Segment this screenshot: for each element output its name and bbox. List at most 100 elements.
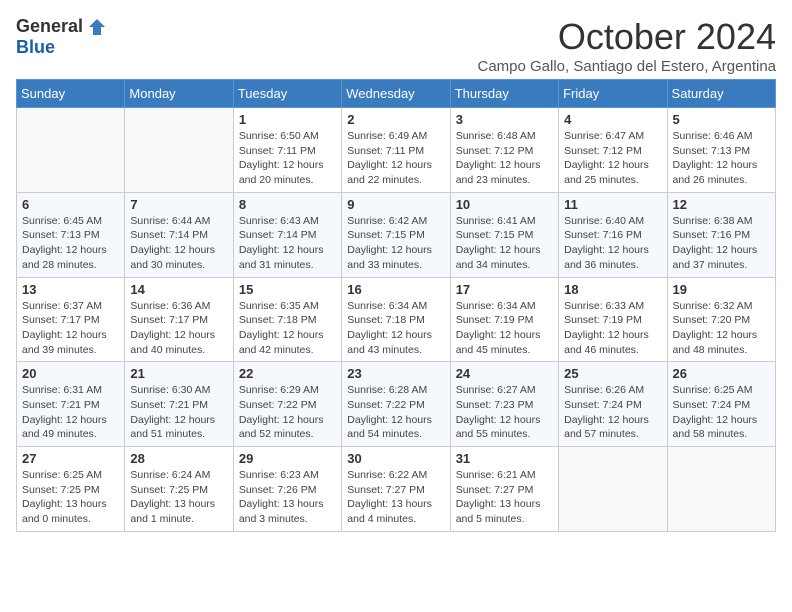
day-info: Sunrise: 6:22 AM Sunset: 7:27 PM Dayligh… (347, 468, 444, 527)
day-info: Sunrise: 6:44 AM Sunset: 7:14 PM Dayligh… (130, 214, 227, 273)
day-info: Sunrise: 6:37 AM Sunset: 7:17 PM Dayligh… (22, 299, 119, 358)
day-info: Sunrise: 6:36 AM Sunset: 7:17 PM Dayligh… (130, 299, 227, 358)
day-info: Sunrise: 6:32 AM Sunset: 7:20 PM Dayligh… (673, 299, 770, 358)
day-info: Sunrise: 6:45 AM Sunset: 7:13 PM Dayligh… (22, 214, 119, 273)
calendar-cell: 5 Sunrise: 6:46 AM Sunset: 7:13 PM Daylig… (667, 108, 775, 193)
calendar-cell: 2 Sunrise: 6:49 AM Sunset: 7:11 PM Daylig… (342, 108, 450, 193)
day-number: 28 (130, 451, 227, 466)
day-number: 27 (22, 451, 119, 466)
calendar-cell: 15 Sunrise: 6:35 AM Sunset: 7:18 PM Dayli… (233, 277, 341, 362)
day-number: 21 (130, 366, 227, 381)
day-info: Sunrise: 6:42 AM Sunset: 7:15 PM Dayligh… (347, 214, 444, 273)
calendar-cell: 7 Sunrise: 6:44 AM Sunset: 7:14 PM Daylig… (125, 192, 233, 277)
day-info: Sunrise: 6:27 AM Sunset: 7:23 PM Dayligh… (456, 383, 553, 442)
day-number: 15 (239, 282, 336, 297)
day-info: Sunrise: 6:41 AM Sunset: 7:15 PM Dayligh… (456, 214, 553, 273)
day-number: 25 (564, 366, 661, 381)
calendar-cell: 11 Sunrise: 6:40 AM Sunset: 7:16 PM Dayli… (559, 192, 667, 277)
calendar-cell: 26Sunrise: 6:25 AM Sunset: 7:24 PM Dayli… (667, 362, 775, 447)
day-number: 8 (239, 197, 336, 212)
day-number: 20 (22, 366, 119, 381)
day-info: Sunrise: 6:25 AM Sunset: 7:25 PM Dayligh… (22, 468, 119, 527)
calendar-cell: 20 Sunrise: 6:31 AM Sunset: 7:21 PM Dayli… (17, 362, 125, 447)
calendar-cell: 31 Sunrise: 6:21 AM Sunset: 7:27 PM Dayli… (450, 447, 558, 532)
calendar-cell: 13 Sunrise: 6:37 AM Sunset: 7:17 PM Dayli… (17, 277, 125, 362)
calendar-cell: 10 Sunrise: 6:41 AM Sunset: 7:15 PM Dayli… (450, 192, 558, 277)
weekday-header-cell: Wednesday (342, 80, 450, 108)
day-info: Sunrise: 6:34 AM Sunset: 7:19 PM Dayligh… (456, 299, 553, 358)
day-info: Sunrise: 6:48 AM Sunset: 7:12 PM Dayligh… (456, 129, 553, 188)
day-number: 17 (456, 282, 553, 297)
logo-icon (87, 17, 107, 37)
calendar-cell (559, 447, 667, 532)
day-info: Sunrise: 6:33 AM Sunset: 7:19 PM Dayligh… (564, 299, 661, 358)
day-info: Sunrise: 6:50 AM Sunset: 7:11 PM Dayligh… (239, 129, 336, 188)
calendar-table: SundayMondayTuesdayWednesdayThursdayFrid… (16, 79, 776, 532)
calendar-cell: 29 Sunrise: 6:23 AM Sunset: 7:26 PM Dayli… (233, 447, 341, 532)
day-number: 10 (456, 197, 553, 212)
day-number: 22 (239, 366, 336, 381)
day-info: Sunrise: 6:21 AM Sunset: 7:27 PM Dayligh… (456, 468, 553, 527)
day-info: Sunrise: 6:38 AM Sunset: 7:16 PM Dayligh… (673, 214, 770, 273)
day-number: 16 (347, 282, 444, 297)
calendar-cell: 12 Sunrise: 6:38 AM Sunset: 7:16 PM Dayli… (667, 192, 775, 277)
day-info: Sunrise: 6:40 AM Sunset: 7:16 PM Dayligh… (564, 214, 661, 273)
day-info: Sunrise: 6:34 AM Sunset: 7:18 PM Dayligh… (347, 299, 444, 358)
day-info: Sunrise: 6:23 AM Sunset: 7:26 PM Dayligh… (239, 468, 336, 527)
calendar-cell: 18 Sunrise: 6:33 AM Sunset: 7:19 PM Dayli… (559, 277, 667, 362)
weekday-header-cell: Sunday (17, 80, 125, 108)
day-info: Sunrise: 6:29 AM Sunset: 7:22 PM Dayligh… (239, 383, 336, 442)
calendar-cell: 27 Sunrise: 6:25 AM Sunset: 7:25 PM Dayli… (17, 447, 125, 532)
calendar-cell: 3 Sunrise: 6:48 AM Sunset: 7:12 PM Daylig… (450, 108, 558, 193)
day-number: 29 (239, 451, 336, 466)
calendar-cell: 22 Sunrise: 6:29 AM Sunset: 7:22 PM Dayli… (233, 362, 341, 447)
title-block: October 2024 Campo Gallo, Santiago del E… (477, 16, 776, 75)
calendar-cell: 17 Sunrise: 6:34 AM Sunset: 7:19 PM Dayli… (450, 277, 558, 362)
day-info: Sunrise: 6:24 AM Sunset: 7:25 PM Dayligh… (130, 468, 227, 527)
calendar-week-row: 13 Sunrise: 6:37 AM Sunset: 7:17 PM Dayli… (17, 277, 776, 362)
calendar-cell: 24 Sunrise: 6:27 AM Sunset: 7:23 PM Dayli… (450, 362, 558, 447)
day-info: Sunrise: 6:35 AM Sunset: 7:18 PM Dayligh… (239, 299, 336, 358)
weekday-header-cell: Tuesday (233, 80, 341, 108)
calendar-cell (667, 447, 775, 532)
day-number: 2 (347, 112, 444, 127)
day-number: 3 (456, 112, 553, 127)
logo-general-text: General (16, 16, 83, 37)
month-title: October 2024 (477, 16, 776, 58)
calendar-cell: 21Sunrise: 6:30 AM Sunset: 7:21 PM Dayli… (125, 362, 233, 447)
day-number: 12 (673, 197, 770, 212)
day-number: 5 (673, 112, 770, 127)
calendar-cell: 1 Sunrise: 6:50 AM Sunset: 7:11 PM Daylig… (233, 108, 341, 193)
day-number: 13 (22, 282, 119, 297)
calendar-cell: 30 Sunrise: 6:22 AM Sunset: 7:27 PM Dayli… (342, 447, 450, 532)
day-number: 26 (673, 366, 770, 381)
day-number: 19 (673, 282, 770, 297)
weekday-header-cell: Monday (125, 80, 233, 108)
calendar-cell: 28 Sunrise: 6:24 AM Sunset: 7:25 PM Dayli… (125, 447, 233, 532)
day-number: 1 (239, 112, 336, 127)
day-info: Sunrise: 6:49 AM Sunset: 7:11 PM Dayligh… (347, 129, 444, 188)
weekday-header-row: SundayMondayTuesdayWednesdayThursdayFrid… (17, 80, 776, 108)
logo-blue-text: Blue (16, 37, 55, 58)
day-number: 18 (564, 282, 661, 297)
day-info: Sunrise: 6:46 AM Sunset: 7:13 PM Dayligh… (673, 129, 770, 188)
calendar-week-row: 27 Sunrise: 6:25 AM Sunset: 7:25 PM Dayli… (17, 447, 776, 532)
weekday-header-cell: Saturday (667, 80, 775, 108)
day-info: Sunrise: 6:31 AM Sunset: 7:21 PM Dayligh… (22, 383, 119, 442)
calendar-cell: 14Sunrise: 6:36 AM Sunset: 7:17 PM Dayli… (125, 277, 233, 362)
calendar-week-row: 20 Sunrise: 6:31 AM Sunset: 7:21 PM Dayli… (17, 362, 776, 447)
weekday-header-cell: Thursday (450, 80, 558, 108)
calendar-cell: 16 Sunrise: 6:34 AM Sunset: 7:18 PM Dayli… (342, 277, 450, 362)
day-number: 6 (22, 197, 119, 212)
calendar-cell: 8Sunrise: 6:43 AM Sunset: 7:14 PM Daylig… (233, 192, 341, 277)
day-number: 30 (347, 451, 444, 466)
day-number: 4 (564, 112, 661, 127)
day-number: 7 (130, 197, 227, 212)
day-number: 31 (456, 451, 553, 466)
day-number: 11 (564, 197, 661, 212)
calendar-body: 1 Sunrise: 6:50 AM Sunset: 7:11 PM Daylig… (17, 108, 776, 532)
calendar-cell: 6 Sunrise: 6:45 AM Sunset: 7:13 PM Daylig… (17, 192, 125, 277)
day-info: Sunrise: 6:26 AM Sunset: 7:24 PM Dayligh… (564, 383, 661, 442)
day-info: Sunrise: 6:28 AM Sunset: 7:22 PM Dayligh… (347, 383, 444, 442)
day-number: 24 (456, 366, 553, 381)
